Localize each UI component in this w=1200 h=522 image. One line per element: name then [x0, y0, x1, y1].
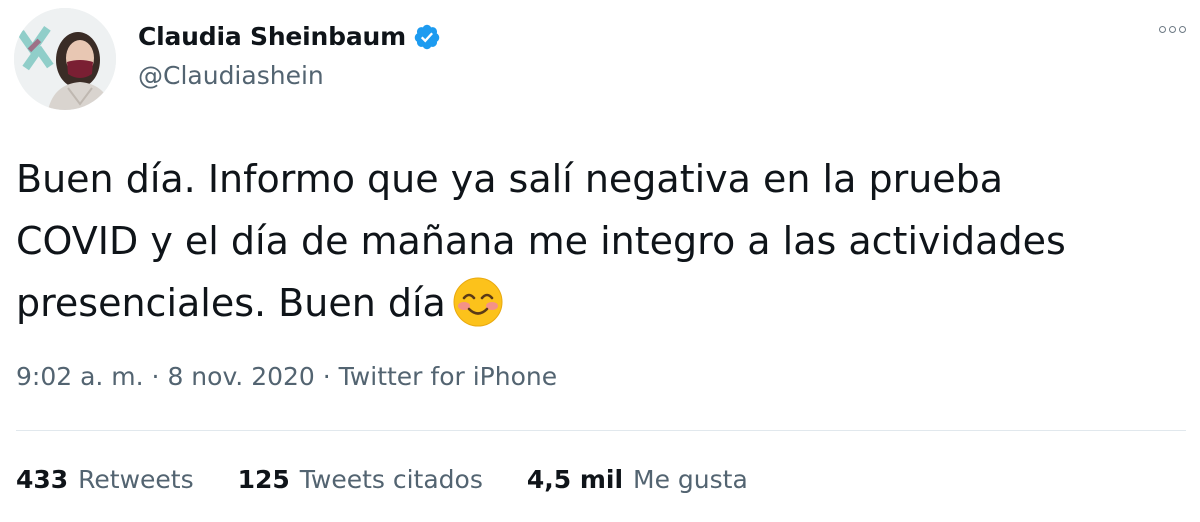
tweet-text-line: COVID y el día de mañana me integro a la… [16, 219, 1066, 263]
more-dot [1169, 26, 1176, 33]
quote-tweets-label: Tweets citados [299, 465, 483, 494]
avatar[interactable] [14, 8, 116, 110]
tweet-source[interactable]: Twitter for iPhone [339, 362, 557, 391]
meta-separator: · [143, 362, 168, 391]
retweets-stat[interactable]: 433 Retweets [16, 465, 194, 494]
author-handle[interactable]: @Claudiashein [138, 61, 324, 90]
smiling-face-with-smiling-eyes-icon [452, 276, 504, 328]
tweet-metadata: 9:02 a. m. · 8 nov. 2020 · Twitter for i… [16, 362, 557, 391]
avatar-image [14, 8, 116, 110]
retweets-label: Retweets [78, 465, 194, 494]
tweet-text-line: Buen día. Informo que ya salí negativa e… [16, 157, 1004, 201]
author-name-row[interactable]: Claudia Sheinbaum [138, 22, 441, 51]
retweets-count: 433 [16, 465, 69, 494]
tweet-time[interactable]: 9:02 a. m. [16, 362, 144, 391]
divider [16, 430, 1186, 431]
more-dot [1179, 26, 1186, 33]
tweet-text: Buen día. Informo que ya salí negativa e… [16, 148, 1186, 334]
meta-separator: · [314, 362, 339, 391]
tweet-text-line: presenciales. Buen día [16, 272, 1186, 334]
more-dot [1159, 26, 1166, 33]
author-name[interactable]: Claudia Sheinbaum [138, 22, 406, 51]
quote-tweets-count: 125 [237, 465, 290, 494]
more-options-icon[interactable] [1159, 26, 1186, 33]
likes-count: 4,5 mil [526, 465, 624, 494]
likes-label: Me gusta [633, 465, 748, 494]
likes-stat[interactable]: 4,5 mil Me gusta [527, 465, 748, 494]
tweet-date[interactable]: 8 nov. 2020 [167, 362, 314, 391]
verified-badge-icon [413, 23, 441, 51]
tweet-stats: 433 Retweets 125 Tweets citados 4,5 mil … [16, 465, 748, 494]
quote-tweets-stat[interactable]: 125 Tweets citados [238, 465, 483, 494]
